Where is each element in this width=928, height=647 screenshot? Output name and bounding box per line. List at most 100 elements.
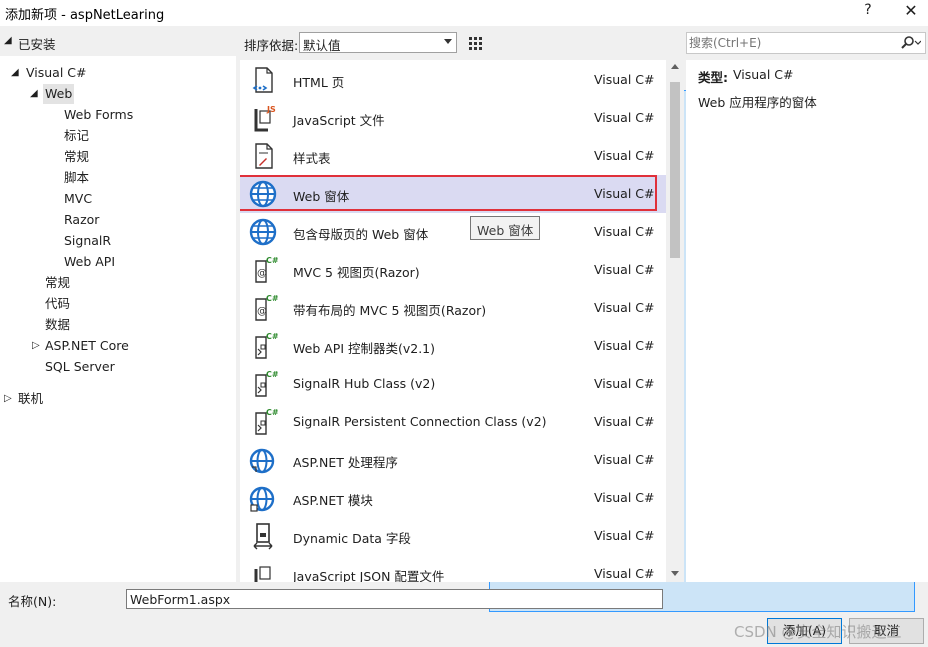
tree-item-web-general[interactable]: 常规 [64,147,89,167]
search-icon[interactable] [899,35,921,51]
template-language: Visual C# [594,224,655,239]
template-language: Visual C# [594,148,655,163]
expand-arrow-icon[interactable]: ▷ [32,336,40,356]
tree-item-markup[interactable]: 标记 [64,126,89,146]
tree-item-web[interactable]: ◢ Web [30,84,75,104]
help-button[interactable]: ? [860,2,876,22]
tree-item-web-api[interactable]: Web API [64,252,115,272]
cancel-button[interactable]: 取消 [849,618,924,644]
template-name: JavaScript JSON 配置文件 [293,569,445,582]
tree-item-razor[interactable]: Razor [64,210,99,230]
tree-item-web-forms[interactable]: Web Forms [64,105,133,125]
tree-item-scripts[interactable]: 脚本 [64,168,89,188]
tree-item-mvc[interactable]: MVC [64,189,92,209]
template-name: SignalR Persistent Connection Class (v2) [293,414,547,429]
template-name: Web API 控制器类(v2.1) [293,341,436,356]
tree-item-data[interactable]: 数据 [45,315,70,335]
svg-text:@: @ [257,268,267,279]
template-language: Visual C# [594,528,655,543]
scrollbar-thumb[interactable] [670,82,680,258]
csharp-class-icon: C# [255,370,278,397]
close-button[interactable]: ✕ [897,1,925,23]
tree-item-general[interactable]: 常规 [45,273,70,293]
name-label: 名称(N): [8,594,57,609]
dynamic-data-icon [253,523,273,550]
razor-view-icon: @ C# [255,294,278,321]
svg-text:@: @ [257,306,267,317]
globe-icon [249,218,277,246]
installed-label: 已安装 [18,37,56,52]
template-row-mvc-view[interactable]: @ C# MVC 5 视图页(Razor) Visual C# [240,251,666,289]
template-language: Visual C# [594,110,655,125]
template-row-aspnet-handler[interactable]: ASP.NET 处理程序 Visual C# [240,441,666,479]
category-tree: ◢ Visual C# ◢ Web Web Forms 标记 常规 脚本 MVC… [0,56,236,582]
chevron-down-icon [444,39,452,44]
template-row-html-page[interactable]: HTML 页 Visual C# [240,61,666,99]
sort-bar: 排序依据: 默认值 [240,30,915,612]
svg-text:C#: C# [266,408,278,417]
tree-item-online[interactable]: ▷ 联机 [4,389,43,409]
template-name: SignalR Hub Class (v2) [293,376,436,391]
svg-text:C#: C# [266,256,278,265]
template-language: Visual C# [594,376,655,391]
template-list: HTML 页 Visual C# JS JavaScript 文件 Visual… [240,60,666,582]
collapse-arrow-icon: ◢ [4,35,12,46]
template-row-stylesheet[interactable]: 样式表 Visual C# [240,137,666,175]
scroll-up-arrow-icon[interactable] [671,64,679,69]
svg-text:JS: JS [266,105,276,114]
tree-item-sql-server[interactable]: SQL Server [45,357,115,377]
template-language: Visual C# [594,72,655,87]
window-title: 添加新项 - aspNetLearing [5,8,165,23]
title-bar: 添加新项 - aspNetLearing ? ✕ [0,0,928,26]
javascript-file-icon: JS [254,105,276,132]
template-row-mvc-view-layout[interactable]: @ C# 带有布局的 MVC 5 视图页(Razor) Visual C# [240,289,666,327]
json-file-icon [254,566,271,582]
template-row-signalr-persistent[interactable]: C# SignalR Persistent Connection Class (… [240,403,666,441]
template-language: Visual C# [594,490,655,505]
search-input[interactable] [689,34,899,52]
svg-text:C#: C# [266,332,278,341]
template-row-web-api-controller[interactable]: C# Web API 控制器类(v2.1) Visual C# [240,327,666,365]
tree-item-aspnet-core[interactable]: ▷ ASP.NET Core [32,336,129,356]
template-language: Visual C# [594,452,655,467]
sort-label: 排序依据: [244,38,299,53]
svg-text:C#: C# [266,294,278,303]
tree-item-visual-csharp[interactable]: ◢ Visual C# [11,63,87,83]
template-list-scrollbar[interactable] [666,60,684,582]
tree-item-signalr[interactable]: SignalR [64,231,111,251]
template-row-javascript-file[interactable]: JS JavaScript 文件 Visual C# [240,99,666,137]
template-name: JavaScript 文件 [293,113,385,128]
search-box[interactable] [686,32,926,54]
template-language: Visual C# [594,300,655,315]
csharp-class-icon: C# [255,332,278,359]
csharp-class-icon: C# [255,408,278,435]
expand-arrow-icon[interactable]: ◢ [30,84,38,104]
template-name: 样式表 [293,151,331,166]
template-name: ASP.NET 模块 [293,493,373,508]
template-language: Visual C# [594,414,655,429]
template-row-web-form[interactable]: Web 窗体 Visual C# [240,175,666,213]
template-row-dynamic-data[interactable]: Dynamic Data 字段 Visual C# [240,517,666,555]
template-name: 包含母版页的 Web 窗体 [293,227,429,242]
template-row-json-config[interactable]: JavaScript JSON 配置文件 Visual C# [240,555,666,582]
name-field[interactable] [126,589,663,609]
add-button[interactable]: 添加(A) [767,618,842,644]
template-row-aspnet-module[interactable]: ASP.NET 模块 Visual C# [240,479,666,517]
installed-header[interactable]: ◢ 已安装 [0,30,236,54]
expand-arrow-icon[interactable]: ▷ [4,389,12,409]
html-page-icon [252,67,273,93]
tooltip: Web 窗体 [470,216,541,240]
template-row-signalr-hub[interactable]: C# SignalR Hub Class (v2) Visual C# [240,365,666,403]
template-description: Web 应用程序的窗体 [698,95,817,110]
tree-item-code[interactable]: 代码 [45,294,70,314]
stylesheet-icon [255,143,273,169]
template-name: ASP.NET 处理程序 [293,455,398,470]
expand-arrow-icon[interactable]: ◢ [11,63,19,83]
grid-view-icon [469,37,482,50]
template-row-web-form-master[interactable]: 包含母版页的 Web 窗体 Visual C# [240,213,666,251]
sort-dropdown[interactable]: 默认值 [299,32,457,53]
scroll-down-arrow-icon[interactable] [671,571,679,576]
type-value: Visual C# [733,67,794,82]
template-name: HTML 页 [293,75,345,90]
grid-view-button[interactable] [464,32,486,54]
